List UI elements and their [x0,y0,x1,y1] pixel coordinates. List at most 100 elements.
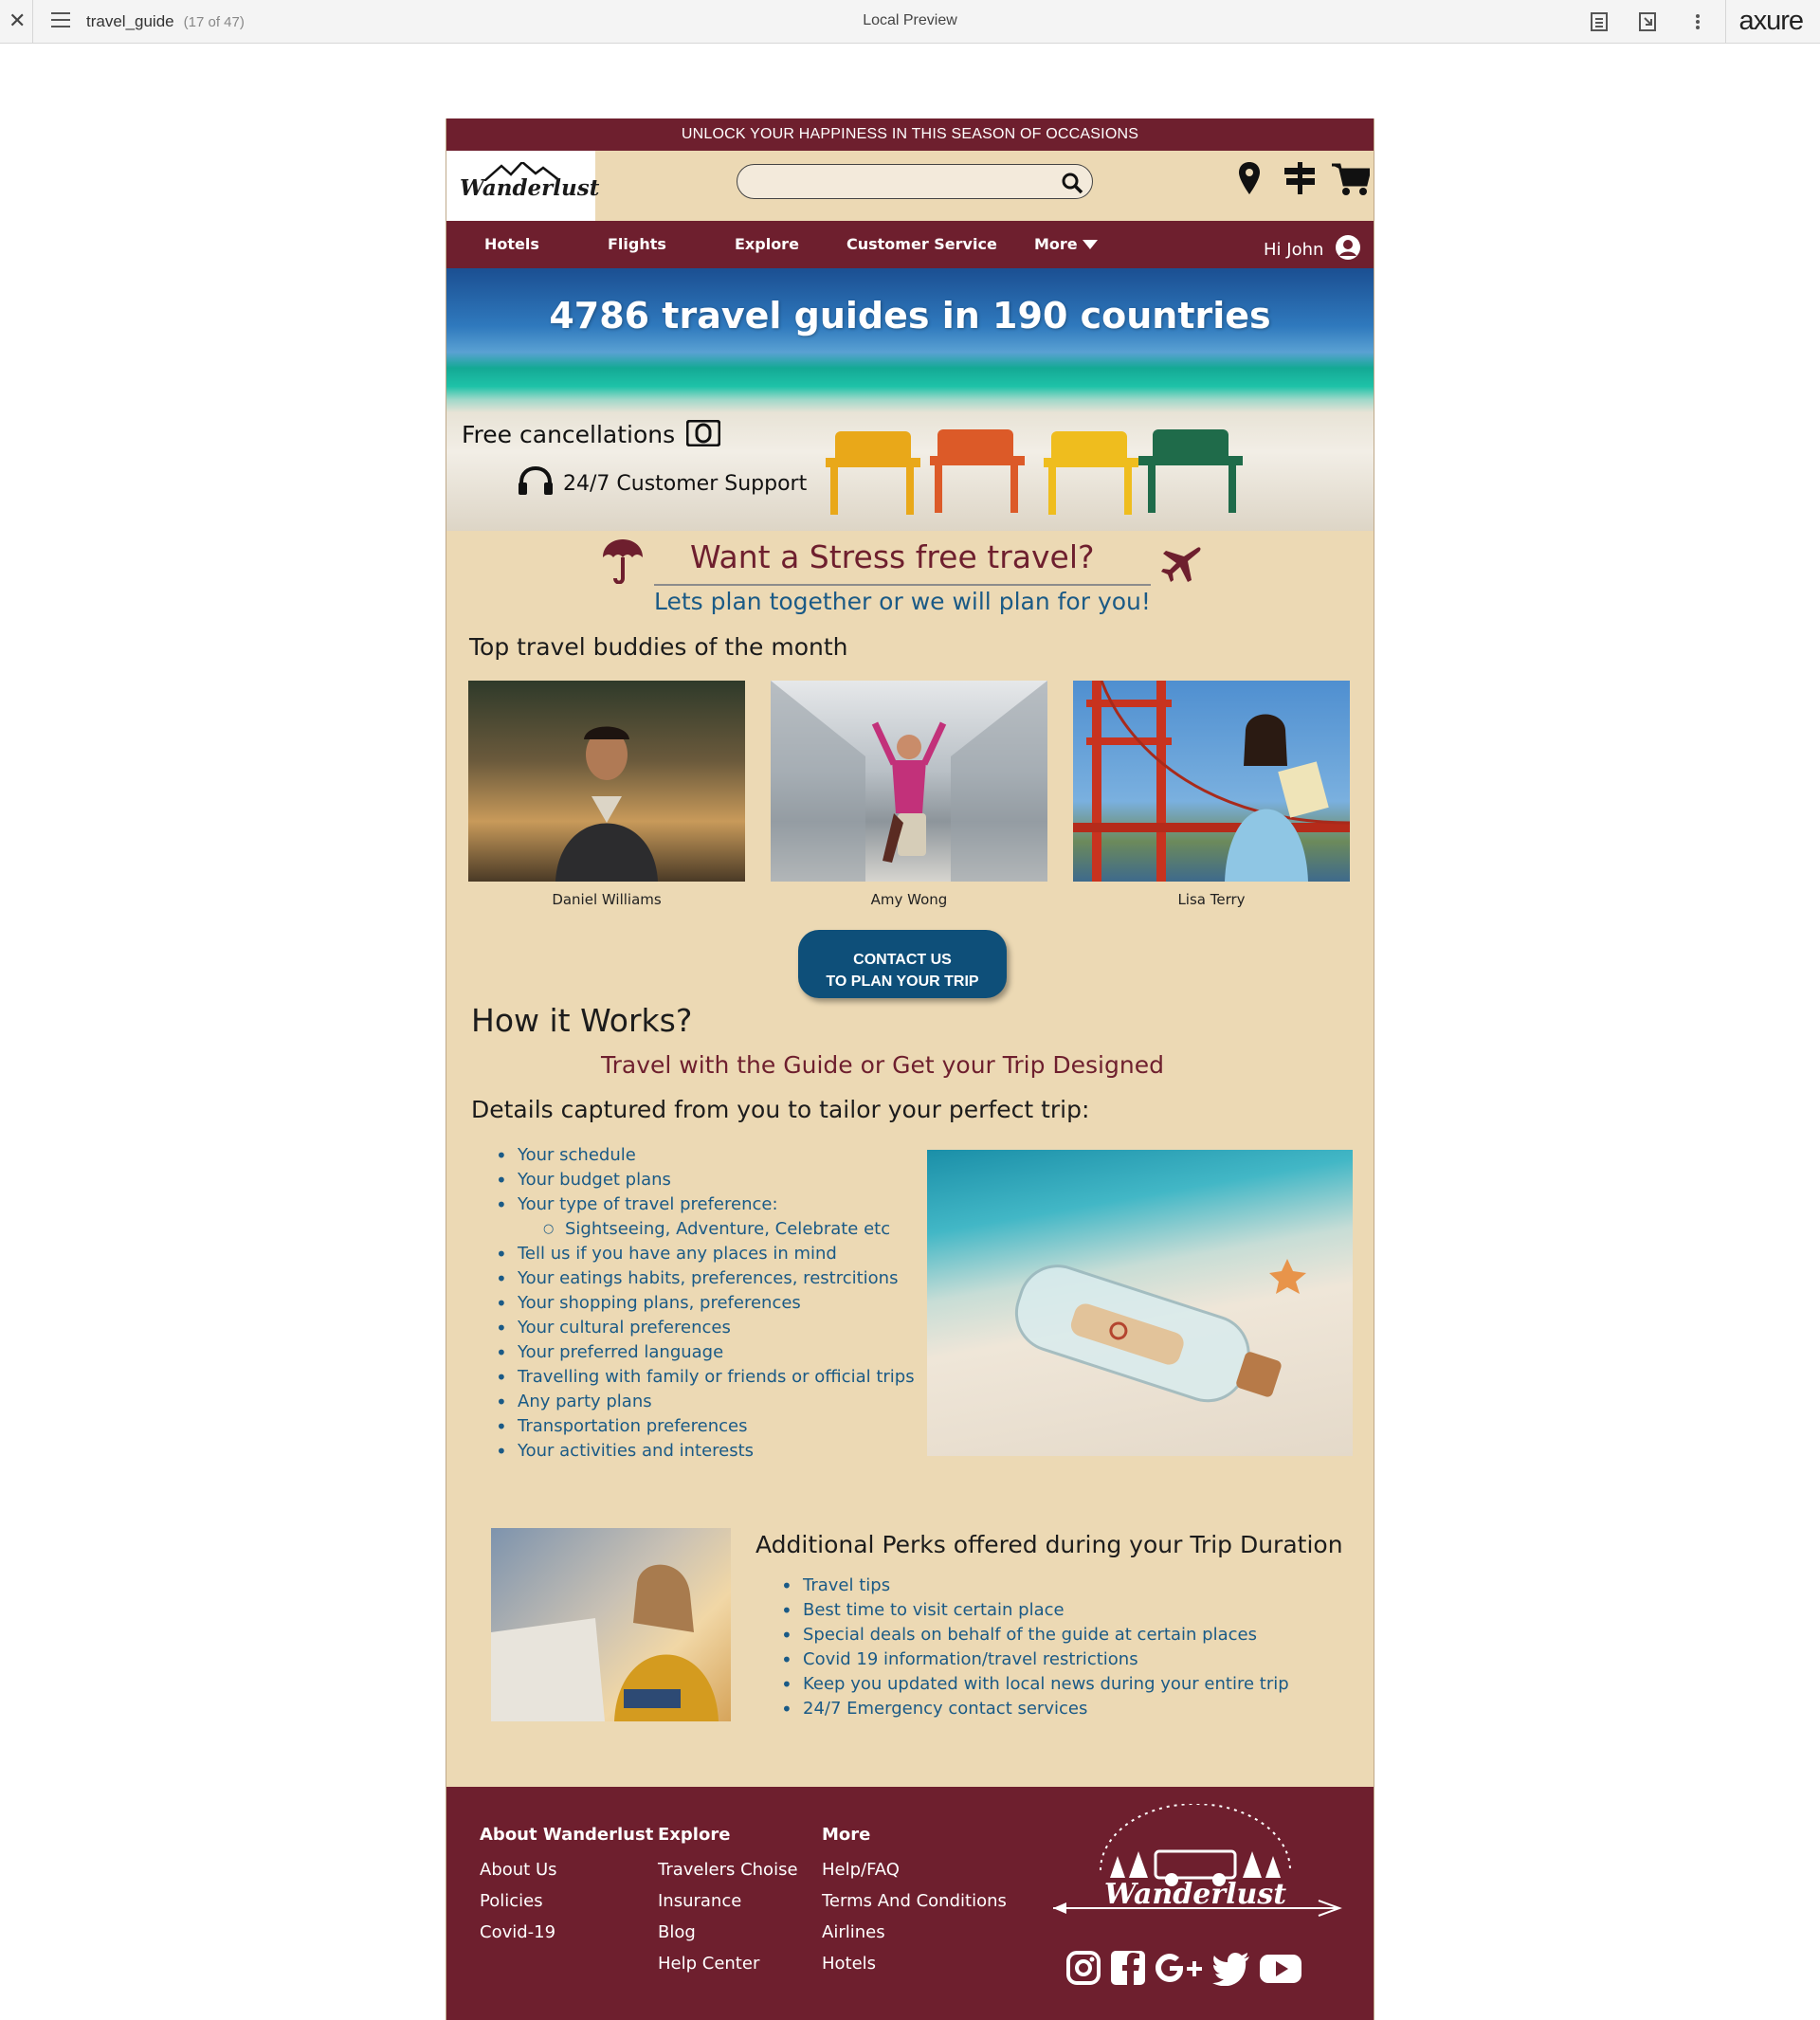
footer-link[interactable]: About Us [480,1854,653,1885]
footer-link[interactable]: Airlines [822,1917,1007,1948]
nav-hotels[interactable]: Hotels [484,235,539,253]
list-item: Travel tips [778,1574,1289,1598]
footer-link[interactable]: Policies [480,1885,653,1917]
twitter-icon[interactable] [1212,1950,1250,1987]
facebook-icon[interactable] [1110,1950,1146,1986]
list-item: Any party plans [493,1390,915,1414]
chevron-down-icon [1083,240,1099,249]
nav-flights[interactable]: Flights [608,235,666,253]
location-pin-icon[interactable] [1239,162,1260,194]
greeting-text: Hi John [1264,240,1324,260]
list-item: Your type of travel preference: [493,1192,915,1217]
list-item: Tell us if you have any places in mind [493,1242,915,1266]
google-plus-icon[interactable] [1155,1950,1204,1986]
buddy-name: Daniel Williams [552,891,662,908]
list-item: Travelling with family or friends or off… [493,1365,915,1390]
buddy-card[interactable]: Amy Wong [771,681,1047,908]
site-footer: About Wanderlust About Us Policies Covid… [446,1787,1374,2020]
prototype-page: UNLOCK YOUR HAPPINESS IN THIS SEASON OF … [446,118,1374,2020]
user-greeting[interactable]: Hi John [1264,234,1361,261]
nav-more-label: More [1034,235,1078,253]
woman-figure [491,1564,719,1721]
search-input[interactable] [737,164,1093,199]
stress-free-title: Want a Stress free travel? [690,538,1095,575]
site-header: Wanderlust [446,151,1374,221]
contact-line2: TO PLAN YOUR TRIP [826,974,979,990]
list-item: Covid 19 information/travel restrictions [778,1647,1289,1672]
hero-title: 4786 travel guides in 190 countries [549,295,1271,337]
buddy-photo-figure [1073,681,1350,882]
buddy-photo [771,681,1047,882]
footer-link[interactable]: Help/FAQ [822,1854,1007,1885]
list-item: 24/7 Emergency contact services [778,1697,1289,1721]
list-item: Your cultural preferences [493,1316,915,1340]
content: Want a Stress free travel? Lets plan tog… [446,531,1374,1721]
buddy-name: Lisa Terry [1177,891,1246,908]
footer-heading: Explore [658,1825,731,1845]
signpost-icon[interactable] [1283,162,1317,194]
list-item: Transportation preferences [493,1414,915,1439]
details-list: Your schedule Your budget plans Your typ… [493,1143,915,1464]
umbrella-icon [603,539,643,584]
headset-icon [519,465,553,495]
cart-icon[interactable] [1332,162,1370,196]
details-heading: Details captured from you to tailor your… [471,1096,1090,1123]
beach-chairs-image [826,429,1243,515]
main-nav: Hotels Flights Explore Customer Service … [446,221,1374,268]
list-item: Best time to visit certain place [778,1598,1289,1623]
list-item: Your preferred language [493,1340,915,1365]
footer-link[interactable]: Insurance [658,1885,798,1917]
viewer-title: Local Preview [863,12,957,28]
list-item: Your budget plans [493,1168,915,1192]
perks-list: Travel tips Best time to visit certain p… [778,1574,1289,1721]
buddy-photo-figure [555,726,658,882]
bottle-figure [1014,1259,1306,1403]
avatar-icon [1336,235,1361,260]
footer-link[interactable]: Blog [658,1917,798,1948]
list-item: Your activities and interests [493,1439,915,1464]
airplane-icon [1161,547,1201,582]
list-item: Your shopping plans, preferences [493,1291,915,1316]
more-options-icon[interactable] [1688,11,1707,32]
footer-link[interactable]: Hotels [822,1948,1007,1979]
search-icon[interactable] [1061,172,1083,194]
footer-link[interactable]: Help Center [658,1948,798,1979]
list-item: Your schedule [493,1143,915,1168]
plan-subtitle: Lets plan together or we will plan for y… [654,584,1151,615]
list-item: Sightseeing, Adventure, Celebrate etc [493,1217,915,1242]
footer-heading: More [822,1825,871,1845]
footer-logo-text: Wanderlust [1103,1878,1287,1911]
free-cancellations: Free cancellations [462,419,721,448]
list-item: Your eatings habits, preferences, restrc… [493,1266,915,1291]
axure-logo: axure [1738,6,1804,36]
buddy-card[interactable]: Lisa Terry [1073,681,1350,908]
logo-text: Wanderlust [460,175,600,201]
youtube-icon[interactable] [1259,1950,1302,1986]
promo-bar: UNLOCK YOUR HAPPINESS IN THIS SEASON OF … [446,118,1374,151]
how-tagline: Travel with the Guide or Get your Trip D… [601,1051,1164,1079]
perks-heading: Additional Perks offered during your Tri… [755,1531,1343,1558]
site-logo[interactable]: Wanderlust [446,151,599,221]
inspect-icon[interactable] [1638,11,1657,32]
nav-customer-service[interactable]: Customer Service [846,235,997,253]
social-icons [1065,1950,1302,1990]
footer-more: More Help/FAQ Terms And Conditions Airli… [822,1825,1007,1979]
instagram-icon[interactable] [1065,1950,1101,1986]
notes-icon[interactable] [1590,11,1609,32]
nav-explore[interactable]: Explore [735,235,799,253]
footer-link[interactable]: Travelers Choise [658,1854,798,1885]
customer-support: 24/7 Customer Support [518,465,807,496]
footer-explore: Explore Travelers Choise Insurance Blog … [658,1825,798,1979]
nav-more[interactable]: More [1034,235,1099,253]
buddy-photo-figure [771,681,1047,882]
footer-link[interactable]: Covid-19 [480,1917,653,1948]
buddy-card[interactable]: Daniel Williams [468,681,745,908]
bottle-beach-image [927,1150,1353,1456]
contact-us-button[interactable]: CONTACT US TO PLAN YOUR TRIP [798,930,1007,998]
list-item: Special deals on behalf of the guide at … [778,1623,1289,1647]
footer-link[interactable]: Terms And Conditions [822,1885,1007,1917]
buddies-heading: Top travel buddies of the month [469,633,848,661]
buddy-name: Amy Wong [870,891,948,908]
list-item: Keep you updated with local news during … [778,1672,1289,1697]
footer-heading: About Wanderlust [480,1825,654,1845]
